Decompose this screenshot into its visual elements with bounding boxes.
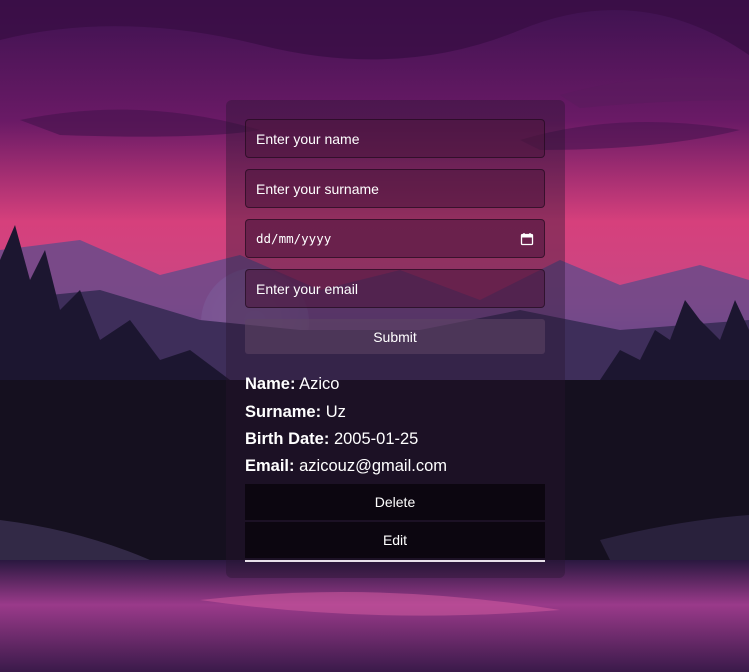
record-surname: Surname: Uz	[245, 403, 346, 422]
surname-value: Uz	[325, 403, 346, 421]
surname-input[interactable]	[245, 169, 545, 208]
date-placeholder: dd/mm/yyyy	[256, 231, 332, 246]
birth-date-input[interactable]: dd/mm/yyyy	[245, 219, 545, 258]
record-name: Name: Azico	[245, 375, 339, 394]
delete-button[interactable]: Delete	[245, 484, 545, 520]
record-birth-date: Birth Date: 2005-01-25	[245, 430, 418, 449]
birth-date-value: 2005-01-25	[333, 430, 419, 448]
name-value: Azico	[299, 375, 340, 393]
calendar-icon[interactable]	[520, 232, 534, 246]
email-label: Email:	[245, 457, 295, 475]
name-label: Name:	[245, 375, 296, 393]
divider	[245, 560, 545, 562]
edit-button[interactable]: Edit	[245, 522, 545, 558]
email-value: azicouz@gmail.com	[299, 457, 448, 475]
submit-button[interactable]: Submit	[245, 319, 545, 354]
email-input[interactable]	[245, 269, 545, 308]
birth-date-label: Birth Date:	[245, 430, 330, 448]
record-email: Email: azicouz@gmail.com	[245, 457, 447, 476]
name-input[interactable]	[245, 119, 545, 158]
surname-label: Surname:	[245, 403, 322, 421]
